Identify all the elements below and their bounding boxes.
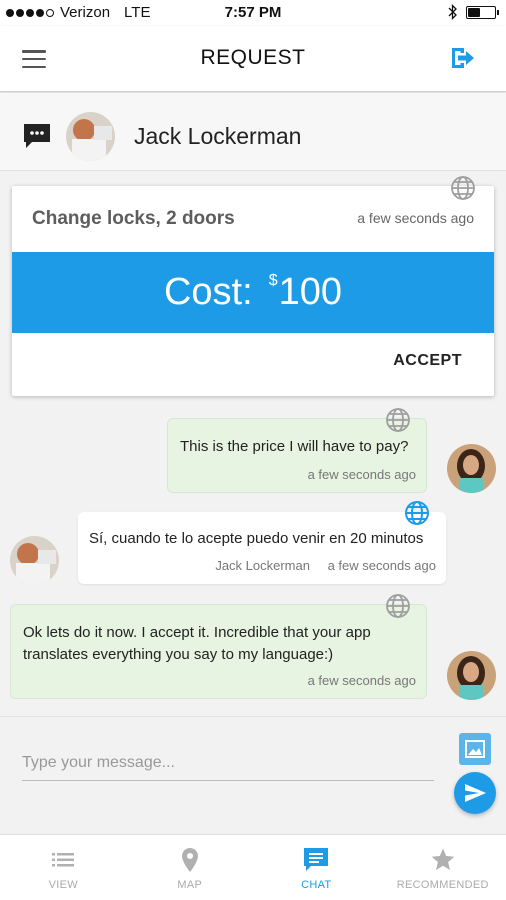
globe-icon[interactable] bbox=[385, 407, 411, 433]
tab-label: CHAT bbox=[301, 879, 332, 891]
map-pin-icon bbox=[181, 848, 198, 872]
message-timestamp: a few seconds ago bbox=[327, 558, 436, 573]
message-bubble-received: Sí, cuando te lo acepte puedo venir en 2… bbox=[78, 501, 446, 584]
logout-icon[interactable] bbox=[450, 46, 476, 70]
contact-name: Jack Lockerman bbox=[134, 123, 302, 149]
contact-avatar bbox=[10, 536, 59, 585]
message-meta: Jack Lockerman a few seconds ago bbox=[215, 558, 436, 573]
user-avatar bbox=[447, 651, 496, 700]
clock: 7:57 PM bbox=[224, 4, 282, 21]
tab-label: VIEW bbox=[48, 879, 78, 891]
attach-image-button[interactable] bbox=[459, 733, 491, 765]
message-text: Ok lets do it now. I accept it. Incredib… bbox=[23, 622, 371, 666]
page-title: REQUEST bbox=[200, 46, 306, 69]
chat-bubble-icon bbox=[24, 124, 50, 148]
send-button[interactable] bbox=[454, 772, 496, 814]
user-avatar bbox=[447, 444, 496, 493]
app-bar: REQUEST bbox=[0, 26, 506, 92]
translated-globe-icon[interactable] bbox=[404, 500, 430, 526]
send-icon bbox=[465, 784, 486, 802]
tab-recommended[interactable]: RECOMMENDED bbox=[380, 835, 506, 900]
bluetooth-icon bbox=[448, 4, 457, 20]
image-icon bbox=[465, 740, 485, 758]
cost-label: Cost: bbox=[163, 271, 253, 313]
message-text: Sí, cuando te lo acepte puedo venir en 2… bbox=[89, 530, 424, 547]
contact-avatar[interactable] bbox=[66, 112, 115, 161]
battery-icon bbox=[466, 5, 499, 19]
cost-banner: Cost: $ 100 bbox=[12, 252, 494, 333]
message-timestamp: a few seconds ago bbox=[307, 467, 416, 482]
list-icon bbox=[52, 853, 75, 867]
globe-icon[interactable] bbox=[385, 593, 411, 619]
message-timestamp: a few seconds ago bbox=[307, 673, 416, 688]
message-input[interactable] bbox=[22, 745, 434, 781]
message-text-line: Ok lets do it now. I accept it. Incredib… bbox=[23, 624, 371, 641]
cost-amount: 100 bbox=[278, 271, 342, 313]
message-composer bbox=[0, 716, 506, 834]
chat-icon bbox=[304, 848, 329, 871]
bottom-nav: VIEW MAP CHAT RECOMMENDED bbox=[0, 834, 506, 900]
message-text: This is the price I will have to pay? bbox=[180, 438, 409, 455]
message-bubble-sent: This is the price I will have to pay? a … bbox=[167, 408, 427, 493]
message-text-line: translates everything you say to my lang… bbox=[23, 646, 334, 663]
tab-view[interactable]: VIEW bbox=[0, 835, 127, 900]
message-bubble-sent: Ok lets do it now. I accept it. Incredib… bbox=[10, 594, 427, 699]
star-icon bbox=[431, 848, 455, 870]
chat-header: Jack Lockerman bbox=[0, 93, 506, 171]
cost-currency: $ bbox=[268, 271, 278, 289]
accept-button[interactable]: ACCEPT bbox=[393, 352, 462, 370]
tab-label: RECOMMENDED bbox=[396, 879, 489, 891]
tab-label: MAP bbox=[177, 879, 203, 891]
globe-icon[interactable] bbox=[450, 175, 476, 201]
message-author: Jack Lockerman bbox=[215, 558, 310, 573]
status-bar: Verizon LTE 7:57 PM bbox=[0, 0, 506, 26]
tab-map[interactable]: MAP bbox=[127, 835, 254, 900]
job-title: Change locks, 2 doors bbox=[32, 208, 235, 229]
request-timestamp: a few seconds ago bbox=[357, 210, 474, 226]
tab-chat[interactable]: CHAT bbox=[253, 835, 380, 900]
request-card: Change locks, 2 doors a few seconds ago … bbox=[12, 176, 494, 396]
